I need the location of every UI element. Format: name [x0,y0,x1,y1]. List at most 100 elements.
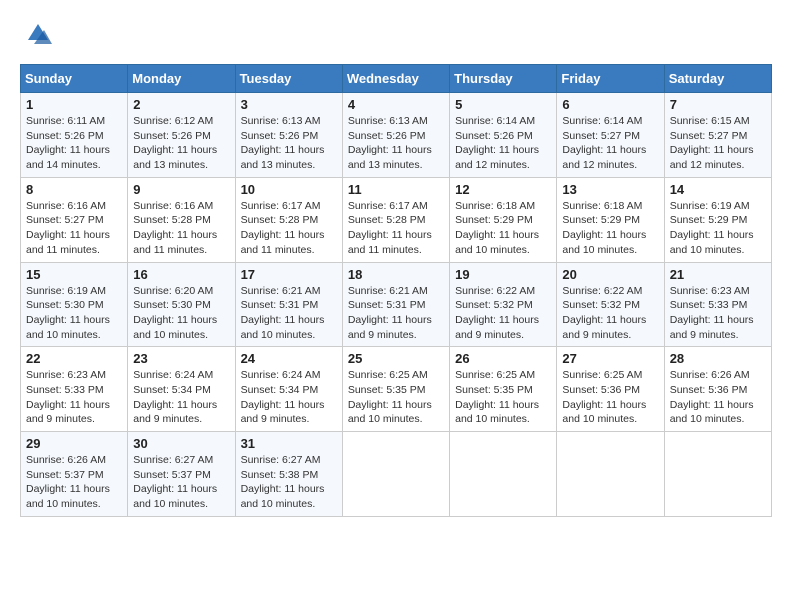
sunset-label: Sunset: 5:35 PM [455,384,533,396]
daylight-label: Daylight: 11 hours and 13 minutes. [348,144,432,171]
day-number: 28 [670,351,766,366]
table-row: 17 Sunrise: 6:21 AM Sunset: 5:31 PM Dayl… [235,262,342,347]
day-number: 9 [133,182,229,197]
day-number: 2 [133,97,229,112]
sunrise-label: Sunrise: 6:19 AM [670,200,750,212]
daylight-label: Daylight: 11 hours and 9 minutes. [562,314,646,341]
sunrise-label: Sunrise: 6:26 AM [670,369,750,381]
day-info: Sunrise: 6:16 AM Sunset: 5:28 PM Dayligh… [133,199,229,258]
sunset-label: Sunset: 5:37 PM [26,469,104,481]
sunrise-label: Sunrise: 6:26 AM [26,454,106,466]
daylight-label: Daylight: 11 hours and 11 minutes. [133,229,217,256]
day-info: Sunrise: 6:21 AM Sunset: 5:31 PM Dayligh… [348,284,444,343]
daylight-label: Daylight: 11 hours and 10 minutes. [455,229,539,256]
daylight-label: Daylight: 11 hours and 10 minutes. [670,399,754,426]
table-row: 7 Sunrise: 6:15 AM Sunset: 5:27 PM Dayli… [664,93,771,178]
sunrise-label: Sunrise: 6:23 AM [26,369,106,381]
sunset-label: Sunset: 5:34 PM [241,384,319,396]
table-row: 8 Sunrise: 6:16 AM Sunset: 5:27 PM Dayli… [21,177,128,262]
daylight-label: Daylight: 11 hours and 11 minutes. [241,229,325,256]
day-number: 10 [241,182,337,197]
header-day-tuesday: Tuesday [235,65,342,93]
sunset-label: Sunset: 5:26 PM [455,130,533,142]
header-day-wednesday: Wednesday [342,65,449,93]
day-number: 4 [348,97,444,112]
day-number: 6 [562,97,658,112]
table-row: 24 Sunrise: 6:24 AM Sunset: 5:34 PM Dayl… [235,347,342,432]
table-row: 13 Sunrise: 6:18 AM Sunset: 5:29 PM Dayl… [557,177,664,262]
calendar-table: SundayMondayTuesdayWednesdayThursdayFrid… [20,64,772,517]
sunset-label: Sunset: 5:31 PM [241,299,319,311]
sunset-label: Sunset: 5:27 PM [670,130,748,142]
daylight-label: Daylight: 11 hours and 13 minutes. [241,144,325,171]
daylight-label: Daylight: 11 hours and 10 minutes. [26,314,110,341]
day-number: 16 [133,267,229,282]
day-info: Sunrise: 6:24 AM Sunset: 5:34 PM Dayligh… [133,368,229,427]
day-number: 22 [26,351,122,366]
day-number: 21 [670,267,766,282]
sunset-label: Sunset: 5:34 PM [133,384,211,396]
header-day-saturday: Saturday [664,65,771,93]
header-day-friday: Friday [557,65,664,93]
sunset-label: Sunset: 5:32 PM [562,299,640,311]
table-row: 15 Sunrise: 6:19 AM Sunset: 5:30 PM Dayl… [21,262,128,347]
table-row: 25 Sunrise: 6:25 AM Sunset: 5:35 PM Dayl… [342,347,449,432]
sunrise-label: Sunrise: 6:15 AM [670,115,750,127]
day-info: Sunrise: 6:27 AM Sunset: 5:37 PM Dayligh… [133,453,229,512]
day-info: Sunrise: 6:14 AM Sunset: 5:27 PM Dayligh… [562,114,658,173]
table-row: 30 Sunrise: 6:27 AM Sunset: 5:37 PM Dayl… [128,432,235,517]
daylight-label: Daylight: 11 hours and 10 minutes. [133,314,217,341]
sunset-label: Sunset: 5:31 PM [348,299,426,311]
table-row: 3 Sunrise: 6:13 AM Sunset: 5:26 PM Dayli… [235,93,342,178]
table-row: 31 Sunrise: 6:27 AM Sunset: 5:38 PM Dayl… [235,432,342,517]
sunset-label: Sunset: 5:27 PM [562,130,640,142]
table-row: 1 Sunrise: 6:11 AM Sunset: 5:26 PM Dayli… [21,93,128,178]
header-day-sunday: Sunday [21,65,128,93]
sunset-label: Sunset: 5:26 PM [26,130,104,142]
day-info: Sunrise: 6:17 AM Sunset: 5:28 PM Dayligh… [241,199,337,258]
logo-icon [24,20,52,48]
table-row: 23 Sunrise: 6:24 AM Sunset: 5:34 PM Dayl… [128,347,235,432]
day-info: Sunrise: 6:22 AM Sunset: 5:32 PM Dayligh… [562,284,658,343]
header-day-monday: Monday [128,65,235,93]
day-number: 20 [562,267,658,282]
sunrise-label: Sunrise: 6:14 AM [455,115,535,127]
sunrise-label: Sunrise: 6:14 AM [562,115,642,127]
table-row: 6 Sunrise: 6:14 AM Sunset: 5:27 PM Dayli… [557,93,664,178]
daylight-label: Daylight: 11 hours and 9 minutes. [348,314,432,341]
table-row: 29 Sunrise: 6:26 AM Sunset: 5:37 PM Dayl… [21,432,128,517]
daylight-label: Daylight: 11 hours and 9 minutes. [241,399,325,426]
table-row [664,432,771,517]
day-info: Sunrise: 6:21 AM Sunset: 5:31 PM Dayligh… [241,284,337,343]
logo [20,20,52,48]
day-number: 12 [455,182,551,197]
calendar-week-5: 29 Sunrise: 6:26 AM Sunset: 5:37 PM Dayl… [21,432,772,517]
sunset-label: Sunset: 5:30 PM [133,299,211,311]
day-info: Sunrise: 6:23 AM Sunset: 5:33 PM Dayligh… [670,284,766,343]
day-info: Sunrise: 6:18 AM Sunset: 5:29 PM Dayligh… [562,199,658,258]
day-info: Sunrise: 6:25 AM Sunset: 5:36 PM Dayligh… [562,368,658,427]
day-info: Sunrise: 6:18 AM Sunset: 5:29 PM Dayligh… [455,199,551,258]
daylight-label: Daylight: 11 hours and 10 minutes. [670,229,754,256]
sunset-label: Sunset: 5:33 PM [26,384,104,396]
sunset-label: Sunset: 5:26 PM [241,130,319,142]
table-row: 11 Sunrise: 6:17 AM Sunset: 5:28 PM Dayl… [342,177,449,262]
table-row: 10 Sunrise: 6:17 AM Sunset: 5:28 PM Dayl… [235,177,342,262]
sunset-label: Sunset: 5:37 PM [133,469,211,481]
table-row: 2 Sunrise: 6:12 AM Sunset: 5:26 PM Dayli… [128,93,235,178]
calendar-week-4: 22 Sunrise: 6:23 AM Sunset: 5:33 PM Dayl… [21,347,772,432]
daylight-label: Daylight: 11 hours and 10 minutes. [241,483,325,510]
table-row: 16 Sunrise: 6:20 AM Sunset: 5:30 PM Dayl… [128,262,235,347]
header-row: SundayMondayTuesdayWednesdayThursdayFrid… [21,65,772,93]
day-info: Sunrise: 6:22 AM Sunset: 5:32 PM Dayligh… [455,284,551,343]
daylight-label: Daylight: 11 hours and 9 minutes. [26,399,110,426]
sunset-label: Sunset: 5:36 PM [670,384,748,396]
calendar-header: SundayMondayTuesdayWednesdayThursdayFrid… [21,65,772,93]
day-info: Sunrise: 6:26 AM Sunset: 5:36 PM Dayligh… [670,368,766,427]
table-row [450,432,557,517]
sunset-label: Sunset: 5:28 PM [241,214,319,226]
sunrise-label: Sunrise: 6:13 AM [241,115,321,127]
table-row: 26 Sunrise: 6:25 AM Sunset: 5:35 PM Dayl… [450,347,557,432]
sunrise-label: Sunrise: 6:13 AM [348,115,428,127]
day-number: 18 [348,267,444,282]
